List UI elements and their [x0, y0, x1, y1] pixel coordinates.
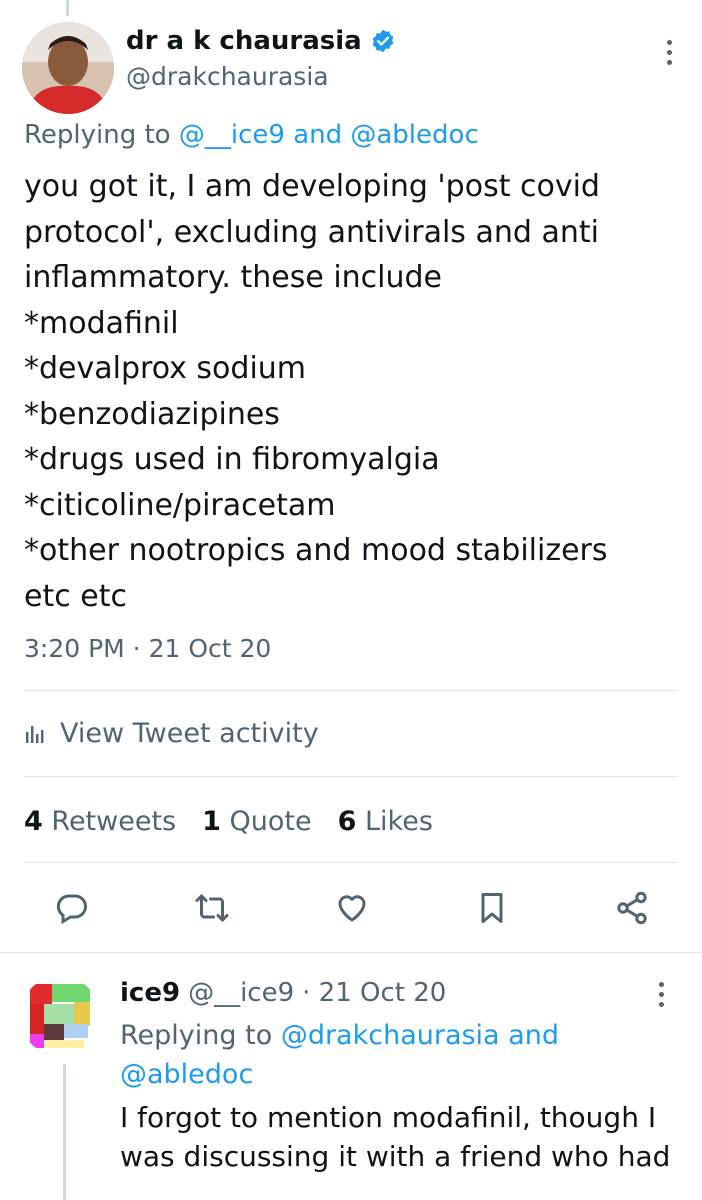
reply-avatar[interactable] — [20, 976, 100, 1056]
reply-line: was discussing it with a friend who had — [120, 1140, 671, 1173]
mention-link[interactable]: @drakchaurasia — [281, 1020, 500, 1051]
divider — [24, 862, 678, 863]
reply-display-name[interactable]: ice9 — [120, 978, 180, 1008]
reply-line: I forgot to mention modafinil, though I — [120, 1101, 657, 1134]
bookmark-icon[interactable] — [468, 884, 516, 932]
view-tweet-activity-link[interactable]: View Tweet activity — [24, 718, 319, 749]
retweets-stat[interactable]: 4 Retweets — [24, 806, 176, 837]
tweet-line: *citicoline/piracetam — [24, 487, 336, 523]
tweet-line: you got it, I am developing 'post covid — [24, 169, 600, 204]
reply-icon[interactable] — [48, 884, 96, 932]
tweet-line: *modafinil — [24, 305, 179, 341]
tweet-line: *drugs used in fibromyalgia — [24, 442, 440, 477]
mention-link[interactable]: @__ice9 — [179, 120, 285, 150]
tweet-line: *devalprox sodium — [24, 351, 307, 386]
retweets-count: 4 — [24, 806, 43, 837]
like-icon[interactable] — [328, 884, 376, 932]
replying-and: and — [293, 120, 343, 150]
reply-text: I forgot to mention modafinil, though I … — [120, 1098, 680, 1176]
reply-date[interactable]: · 21 Oct 20 — [302, 978, 446, 1008]
display-name[interactable]: dr a k chaurasia — [126, 26, 362, 56]
section-divider — [0, 952, 702, 953]
likes-label: Likes — [364, 806, 433, 837]
replying-prefix: Replying to — [120, 1020, 273, 1051]
tweet-stats: 4 Retweets 1 Quote 6 Likes — [24, 806, 433, 837]
thread-line — [63, 1064, 66, 1200]
avatar[interactable] — [22, 22, 114, 114]
mention-link[interactable]: @abledoc — [120, 1059, 253, 1090]
replying-and: and — [508, 1020, 559, 1051]
tweet-line: *other nootropics and mood stabilizers — [24, 533, 608, 568]
divider — [24, 776, 678, 777]
likes-stat[interactable]: 6 Likes — [338, 806, 433, 837]
retweet-icon[interactable] — [188, 884, 236, 932]
tweet-line: *benzodiazipines — [24, 396, 280, 432]
quotes-count: 1 — [202, 806, 221, 837]
timestamp[interactable]: 3:20 PM · 21 Oct 20 — [24, 634, 271, 663]
activity-label: View Tweet activity — [60, 718, 319, 749]
mention-link[interactable]: @abledoc — [350, 120, 478, 150]
replying-to: Replying to @__ice9 and @abledoc — [24, 120, 479, 150]
tweet-line: etc etc — [24, 578, 127, 614]
quotes-stat[interactable]: 1 Quote — [202, 806, 311, 837]
reply-more-options-icon[interactable] — [656, 982, 666, 1007]
share-icon[interactable] — [608, 884, 656, 932]
tweet-line: protocol', excluding antivirals and anti — [24, 214, 599, 250]
handle[interactable]: @drakchaurasia — [126, 62, 329, 91]
tweet-line: inflammatory. these include — [24, 260, 443, 295]
quotes-label: Quote — [229, 806, 312, 837]
divider — [24, 690, 678, 691]
reply-handle[interactable]: @__ice9 — [188, 978, 294, 1008]
action-bar — [0, 884, 702, 940]
replying-prefix: Replying to — [24, 120, 171, 150]
tweet-text: you got it, I am developing 'post covid … — [24, 164, 684, 619]
reply-replying-to: Replying to @drakchaurasia and @abledoc — [120, 1016, 640, 1094]
analytics-icon — [26, 725, 44, 743]
more-options-icon[interactable] — [664, 40, 674, 65]
retweets-label: Retweets — [51, 806, 177, 837]
likes-count: 6 — [337, 806, 357, 837]
verified-badge-icon — [372, 29, 393, 53]
thread-line — [66, 0, 69, 16]
